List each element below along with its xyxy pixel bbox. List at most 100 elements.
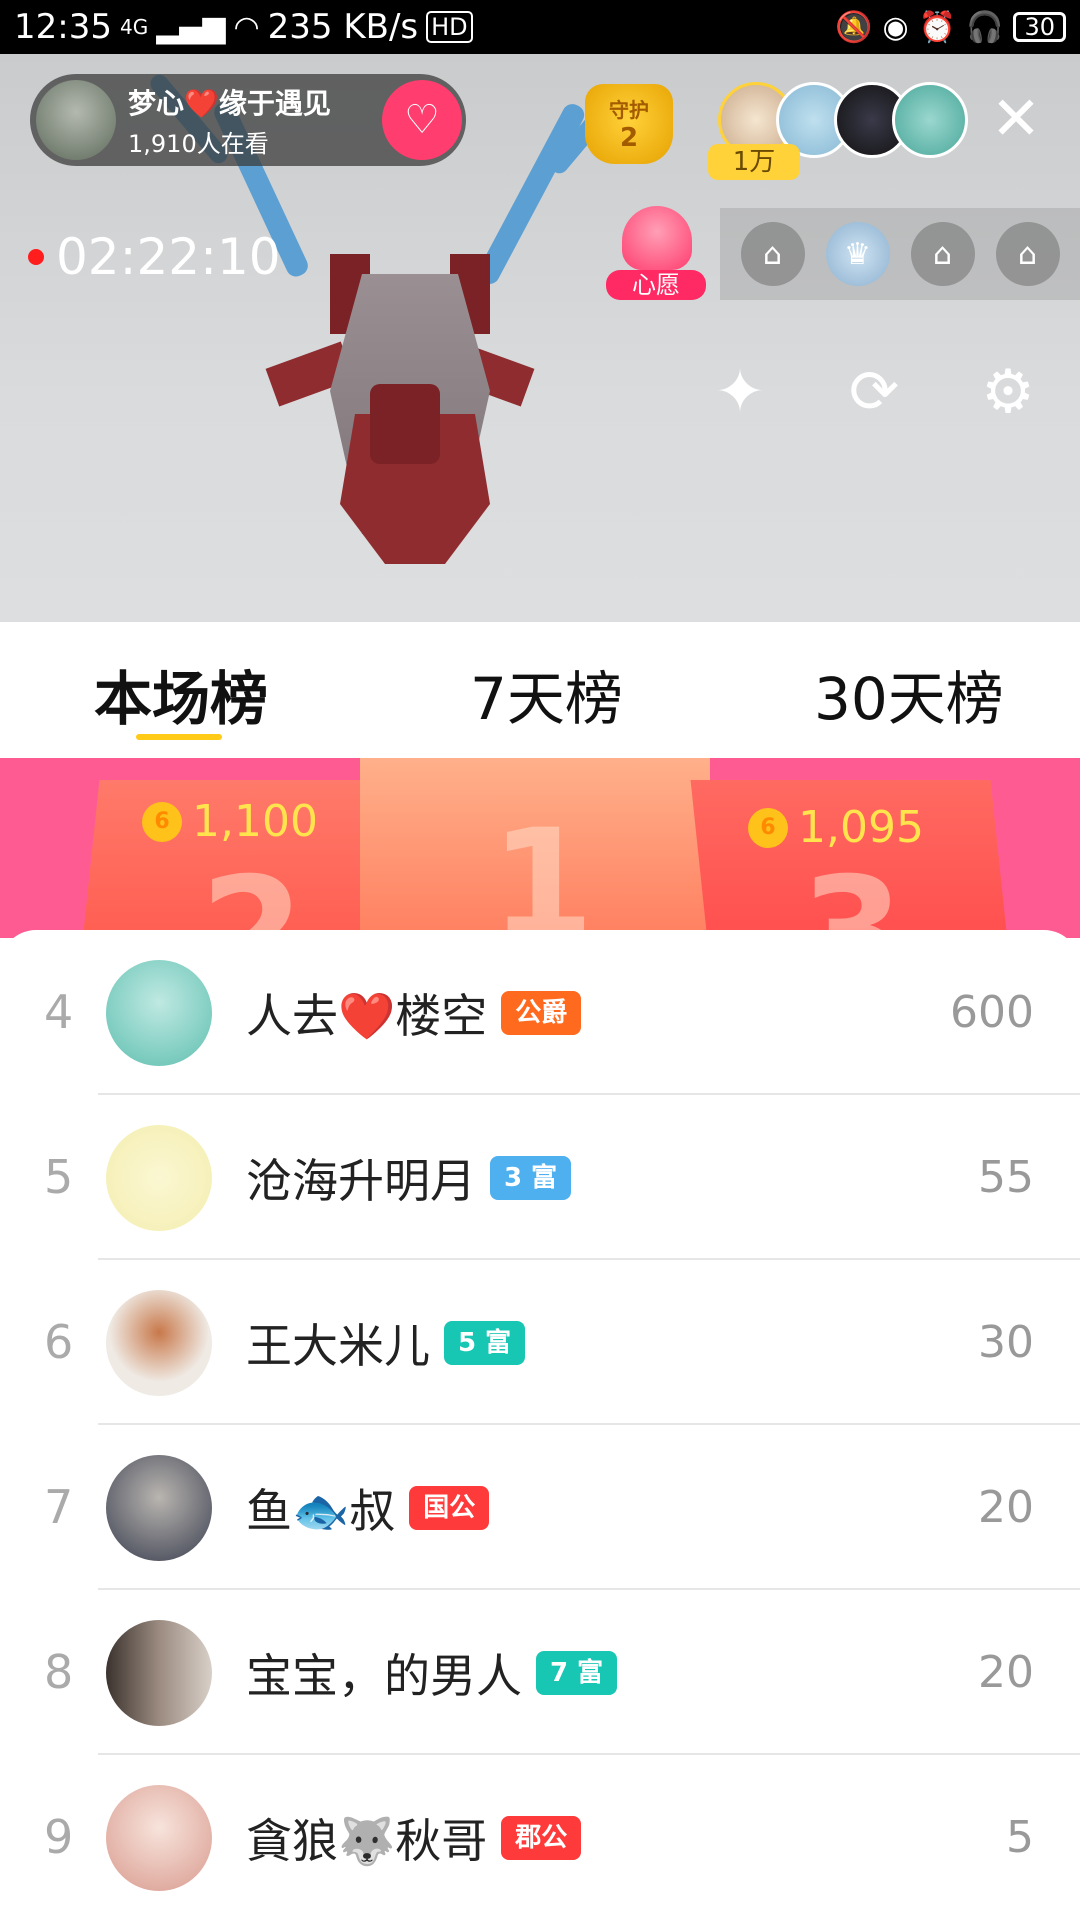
lock-icon: ◉ (882, 9, 909, 45)
guest-seats: ⌂ ♛ ⌂ ⌂ (720, 208, 1080, 300)
sofa-icon[interactable]: ⌂ (740, 222, 805, 286)
rank-number: 4 (44, 985, 74, 1039)
list-item[interactable]: 5 沧海升明月 3 富 55 (0, 1095, 1080, 1260)
guard-count: 2 (619, 123, 639, 153)
battery-icon: 30 (1013, 12, 1066, 42)
rank-badge: 5 富 (444, 1320, 526, 1365)
wish-button[interactable]: 心愿 (606, 206, 706, 302)
rank-badge: 国公 (409, 1485, 490, 1530)
rank-badge: 公爵 (501, 990, 582, 1035)
score: 20 (978, 1647, 1034, 1698)
second-amount-value: 1,100 (192, 796, 318, 847)
rank-badge: 3 富 (490, 1155, 572, 1200)
username: 鱼🐟叔 国公 (246, 1425, 490, 1590)
camera-flip-icon: ⟳ (848, 357, 900, 427)
beauty-wand-button[interactable]: ✦ (700, 352, 780, 432)
status-bar: 12:35 4G ▂▄▆ ◠ 235 KB/s HD 🔕 ◉ ⏰ 🎧 30 (0, 0, 1080, 54)
close-button[interactable]: ✕ (988, 89, 1044, 150)
alarm-icon: ⏰ (918, 9, 957, 45)
username: 人去❤️楼空 公爵 (246, 930, 582, 1095)
network-speed: 235 KB/s (267, 7, 419, 47)
signal-bars-icon: ▂▄▆ (156, 9, 226, 45)
list-item[interactable]: 8 宝宝，的男人 7 富 20 (0, 1590, 1080, 1755)
list-item[interactable]: 7 鱼🐟叔 国公 20 (0, 1425, 1080, 1590)
username-text: 王大米儿 (246, 1318, 430, 1373)
username: 貪狼🐺秋哥 郡公 (246, 1755, 582, 1920)
viewer-count: 1,910人在看 (128, 129, 269, 158)
list-item[interactable]: 6 王大米儿 5 富 30 (0, 1260, 1080, 1425)
rank-number: 9 (44, 1810, 74, 1864)
rank-number: 8 (44, 1645, 74, 1699)
list-item[interactable]: 4 人去❤️楼空 公爵 600 (0, 930, 1080, 1095)
list-item[interactable]: 9 貪狼🐺秋哥 郡公 5 (0, 1755, 1080, 1920)
rank-badge: 7 富 (536, 1650, 618, 1695)
score: 20 (978, 1482, 1034, 1533)
tab-active-indicator (136, 734, 222, 740)
hd-icon: HD (426, 11, 473, 43)
avatar[interactable] (106, 1290, 212, 1396)
status-time: 12:35 (14, 7, 112, 47)
username-text: 宝宝，的男人 (246, 1648, 522, 1703)
magic-wand-icon: ✦ (714, 357, 766, 427)
host-avatar[interactable] (36, 80, 116, 160)
podium: 2 1 3 6 1,100 6 1,095 (0, 758, 1080, 938)
heart-face-icon (622, 206, 692, 270)
mute-icon: 🔕 (835, 9, 873, 45)
follow-button[interactable]: ♡ (382, 80, 462, 160)
rank-number: 5 (44, 1150, 74, 1204)
leaderboard-tabs: 本场榜 7天榜 30天榜 (0, 622, 1080, 758)
antler-right (474, 100, 588, 288)
username-text: 沧海升明月 (246, 1153, 476, 1208)
settings-button[interactable]: ⚙ (968, 352, 1048, 432)
live-duration: 02:22:10 (56, 228, 281, 286)
guest-avatar[interactable]: ♛ (825, 222, 890, 286)
host-card[interactable]: 梦心❤️缘于遇见 1,910人在看 ♡ (30, 74, 466, 166)
podium-second-amount: 6 1,100 (142, 796, 318, 847)
podium-third-amount: 6 1,095 (748, 802, 924, 853)
wish-label: 心愿 (606, 270, 706, 300)
live-timer: 02:22:10 (28, 228, 281, 286)
rank-number: 7 (44, 1480, 74, 1534)
rank-badge: 郡公 (501, 1815, 582, 1860)
score: 5 (1006, 1812, 1034, 1863)
tab-7-days[interactable]: 7天榜 (470, 652, 623, 736)
sofa-icon[interactable]: ⌂ (910, 222, 975, 286)
avatar[interactable] (106, 1125, 212, 1231)
host-name: 梦心❤️缘于遇见 (128, 86, 331, 120)
sofa-icon[interactable]: ⌂ (995, 222, 1060, 286)
deer-snout (370, 384, 440, 464)
podium-numeral-1: 1 (490, 798, 595, 938)
avatar[interactable] (106, 1785, 212, 1891)
avatar[interactable] (106, 1455, 212, 1561)
tab-30-days[interactable]: 30天榜 (814, 652, 1004, 736)
guard-badge[interactable]: 守护 2 (585, 84, 673, 164)
rank-number: 6 (44, 1315, 74, 1369)
username-text: 貪狼🐺秋哥 (246, 1813, 488, 1868)
live-dot-icon (28, 249, 44, 265)
score: 600 (950, 987, 1034, 1038)
score: 30 (978, 1317, 1034, 1368)
signal-icon: 4G (119, 15, 149, 39)
avatar[interactable] (106, 1620, 212, 1726)
coin-icon: 6 (142, 801, 182, 842)
username-text: 人去❤️楼空 (246, 988, 488, 1043)
username: 王大米儿 5 富 (246, 1260, 526, 1425)
ranking-list: 4 人去❤️楼空 公爵 600 5 沧海升明月 3 富 55 6 王大米儿 5 … (0, 930, 1080, 1920)
flip-camera-button[interactable]: ⟳ (834, 352, 914, 432)
podium-numeral-3: 3 (800, 846, 905, 938)
username: 沧海升明月 3 富 (246, 1095, 572, 1260)
coin-icon: 6 (748, 807, 788, 848)
top-viewers-badge: 1万 (708, 144, 800, 180)
heart-plus-icon: ♡ (404, 97, 440, 143)
wifi-icon: ◠ (233, 9, 260, 45)
podium-numeral-2: 2 (200, 846, 305, 938)
username: 宝宝，的男人 7 富 (246, 1590, 618, 1755)
avatar[interactable] (106, 960, 212, 1066)
username-text: 鱼🐟叔 (246, 1483, 396, 1538)
guard-label: 守护 (609, 98, 649, 122)
tab-this-session[interactable]: 本场榜 (94, 652, 268, 736)
viewer-avatar[interactable] (892, 82, 968, 158)
close-icon: ✕ (990, 84, 1042, 154)
third-amount-value: 1,095 (798, 802, 924, 853)
score: 55 (978, 1152, 1034, 1203)
